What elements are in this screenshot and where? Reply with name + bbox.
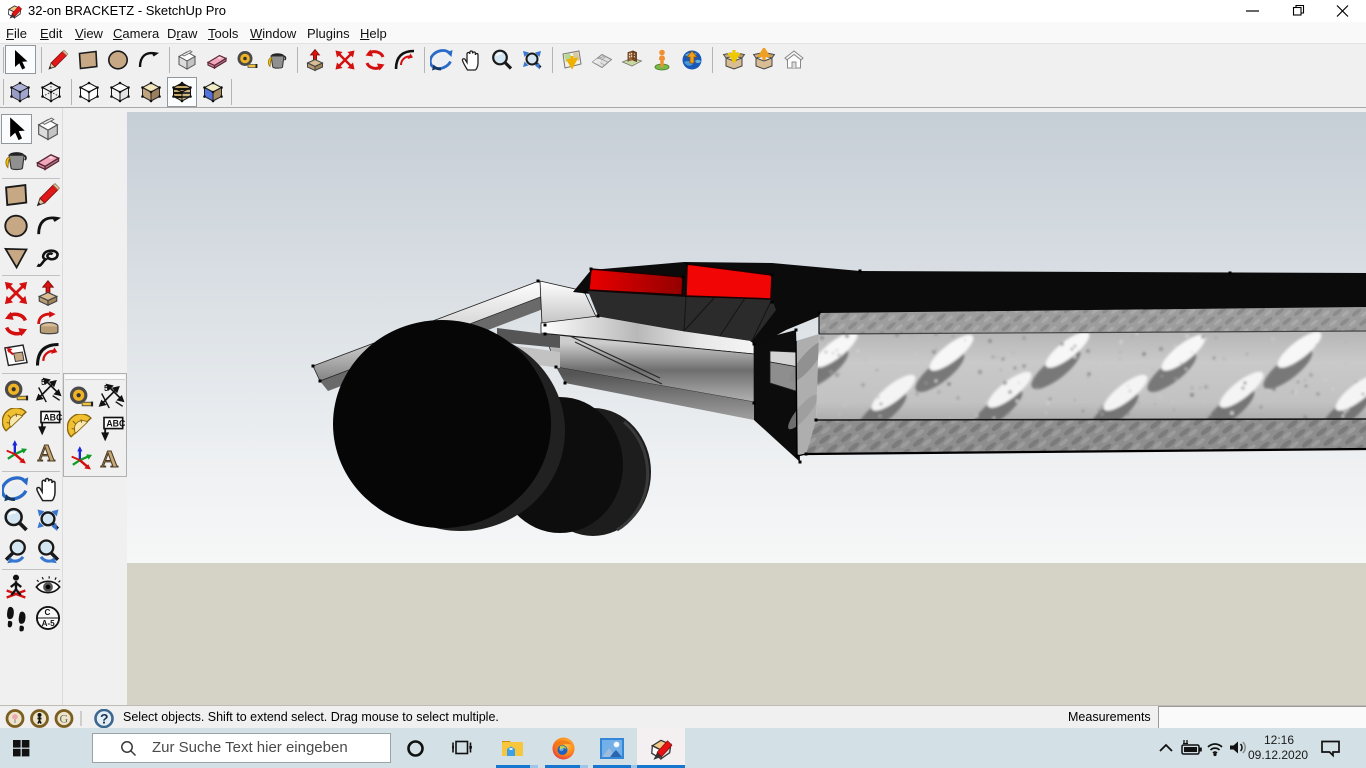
svg-text:?: ? [100,711,109,727]
svg-text:G: G [60,712,69,726]
